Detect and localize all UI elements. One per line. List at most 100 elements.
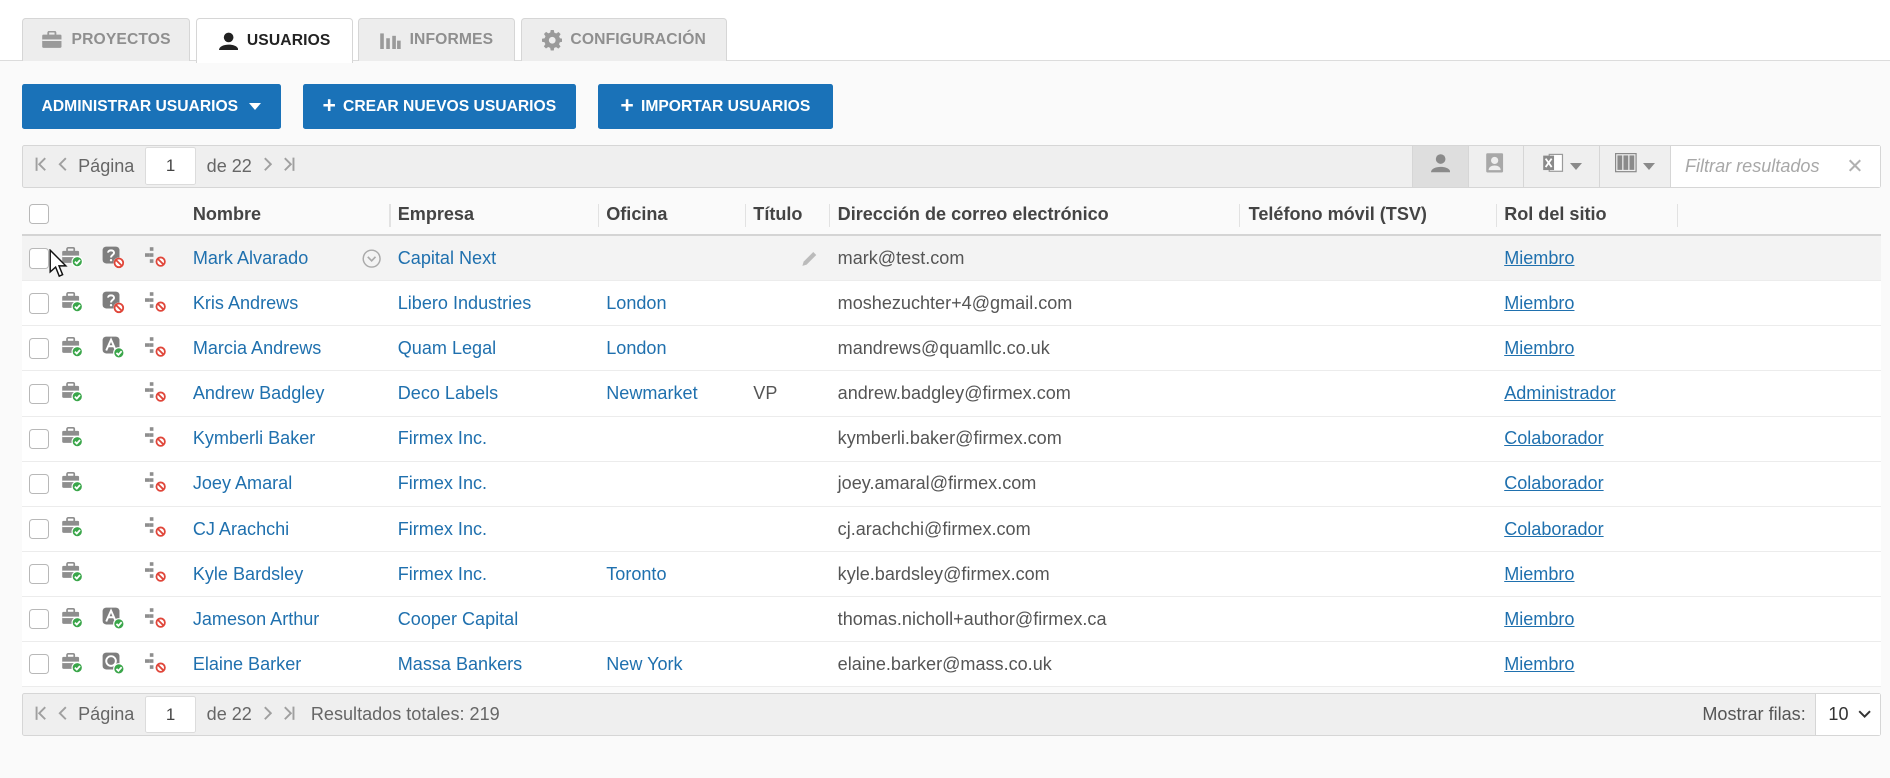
clear-filter-icon[interactable]: ✕: [1846, 154, 1863, 179]
edit-pencil-icon[interactable]: [800, 236, 819, 281]
col-title[interactable]: Título: [745, 193, 802, 236]
email-cell: mandrews@quamllc.co.uk: [837, 338, 1050, 359]
row-checkbox[interactable]: [28, 428, 50, 450]
col-email[interactable]: Dirección de correo electrónico: [829, 193, 1109, 236]
import-users-label: IMPORTAR USUARIOS: [640, 97, 811, 115]
hierarchy-blocked-icon: [144, 426, 168, 455]
tab-configuracion[interactable]: CONFIGURACIÓN: [520, 18, 727, 62]
table-row[interactable]: Kyle Bardsley Firmex Inc. Toronto kyle.bard…: [21, 551, 1882, 597]
site-role-link[interactable]: Colaborador: [1504, 417, 1603, 462]
user-name-link[interactable]: Kymberli Baker: [193, 417, 315, 462]
office-link[interactable]: Newmarket: [606, 371, 697, 416]
table-row[interactable]: Elaine Barker Massa Bankers New York elaine…: [21, 641, 1882, 688]
site-role-link[interactable]: Miembro: [1504, 597, 1574, 642]
col-company[interactable]: Empresa: [389, 193, 474, 236]
email-cell: mark@test.com: [837, 248, 965, 269]
next-page-icon[interactable]: [263, 156, 273, 177]
prev-page-icon[interactable]: [58, 704, 68, 725]
last-page-icon[interactable]: [283, 156, 295, 177]
user-name-link[interactable]: Joey Amaral: [193, 462, 292, 507]
user-name-link[interactable]: CJ Arachchi: [193, 507, 289, 552]
tab-informes[interactable]: INFORMES: [357, 18, 515, 62]
office-link[interactable]: London: [606, 281, 666, 326]
import-users-button[interactable]: + IMPORTAR USUARIOS: [597, 84, 833, 129]
table-row[interactable]: Marcia Andrews Quam Legal London mandrews@q…: [21, 326, 1882, 372]
office-link[interactable]: New York: [606, 642, 682, 687]
user-view-button[interactable]: [1412, 145, 1468, 187]
company-link[interactable]: Libero Industries: [398, 281, 532, 326]
row-checkbox[interactable]: [28, 383, 50, 404]
row-checkbox[interactable]: [28, 248, 50, 269]
user-name-link[interactable]: Elaine Barker: [193, 642, 301, 687]
table-row[interactable]: Joey Amaral Firmex Inc. joey.amaral@firmex…: [21, 461, 1882, 507]
row-checkbox[interactable]: [28, 473, 50, 495]
tab-proyectos[interactable]: PROYECTOS: [21, 18, 191, 62]
site-role-link[interactable]: Administrador: [1504, 371, 1615, 416]
company-link[interactable]: Firmex Inc.: [398, 417, 487, 462]
company-link[interactable]: Firmex Inc.: [398, 552, 487, 597]
company-link[interactable]: Capital Next: [398, 236, 496, 281]
user-name-link[interactable]: Kris Andrews: [193, 281, 298, 326]
user-name-link[interactable]: Mark Alvarado: [193, 236, 308, 281]
row-checkbox[interactable]: [28, 563, 50, 585]
page-input[interactable]: 1: [145, 695, 196, 734]
first-page-icon[interactable]: [35, 156, 47, 177]
company-link[interactable]: Cooper Capital: [398, 597, 518, 642]
row-checkbox[interactable]: [28, 653, 50, 675]
row-checkbox[interactable]: [28, 608, 50, 630]
user-name-link[interactable]: Marcia Andrews: [193, 326, 322, 371]
page-input[interactable]: 1: [145, 147, 196, 185]
tab-usuarios[interactable]: USUARIOS: [196, 18, 354, 63]
site-role-link[interactable]: Miembro: [1504, 281, 1574, 326]
filter-input[interactable]: Filtrar resultados ✕: [1669, 145, 1881, 187]
office-link[interactable]: Toronto: [606, 552, 666, 597]
first-page-icon[interactable]: [35, 704, 47, 725]
rows-per-page-value: 10: [1828, 704, 1849, 725]
email-cell: kymberli.baker@firmex.com: [837, 428, 1062, 449]
row-checkbox[interactable]: [28, 293, 50, 314]
site-role-link[interactable]: Miembro: [1504, 326, 1574, 371]
columns-button[interactable]: [1599, 145, 1669, 187]
page-of-label: de 22: [206, 155, 252, 176]
site-role-link[interactable]: Miembro: [1504, 552, 1574, 597]
table-row[interactable]: Kymberli Baker Firmex Inc. kymberli.baker@…: [21, 416, 1882, 462]
table-row[interactable]: Andrew Badgley Deco Labels Newmarket VP andr…: [21, 371, 1882, 417]
select-all-checkbox[interactable]: [28, 203, 50, 225]
manage-users-button[interactable]: ADMINISTRAR USUARIOS: [21, 84, 281, 129]
site-role-link[interactable]: Miembro: [1504, 642, 1574, 687]
company-link[interactable]: Firmex Inc.: [398, 462, 487, 507]
user-name-link[interactable]: Andrew Badgley: [193, 371, 325, 416]
row-checkbox[interactable]: [28, 518, 50, 540]
site-role-link[interactable]: Miembro: [1504, 236, 1574, 281]
site-role-link[interactable]: Colaborador: [1504, 462, 1603, 507]
company-link[interactable]: Firmex Inc.: [398, 507, 487, 552]
col-phone[interactable]: Teléfono móvil (TSV): [1240, 193, 1427, 236]
col-office[interactable]: Oficina: [598, 193, 667, 236]
user-name-link[interactable]: Kyle Bardsley: [193, 552, 303, 597]
table-row[interactable]: Mark Alvarado Capital Next mark@test.com Mi…: [21, 236, 1882, 282]
create-users-button[interactable]: + CREAR NUEVOS USUARIOS: [302, 84, 577, 129]
col-role[interactable]: Rol del sitio: [1496, 193, 1606, 236]
export-excel-button[interactable]: [1523, 145, 1599, 187]
user-name-link[interactable]: Jameson Arthur: [193, 597, 320, 642]
prev-page-icon[interactable]: [58, 156, 68, 177]
last-page-icon[interactable]: [283, 704, 295, 725]
project-access-icon: [61, 471, 84, 499]
site-role-link[interactable]: Colaborador: [1504, 507, 1603, 552]
user-icon: [1430, 153, 1451, 178]
rows-per-page-select[interactable]: 10: [1815, 694, 1881, 736]
office-link[interactable]: London: [606, 326, 666, 371]
company-link[interactable]: Deco Labels: [398, 371, 498, 416]
company-link[interactable]: Quam Legal: [398, 326, 496, 371]
hierarchy-blocked-icon: [144, 516, 168, 545]
group-view-button[interactable]: [1467, 145, 1523, 187]
table-row[interactable]: CJ Arachchi Firmex Inc. cj.arachchi@firmex…: [21, 506, 1882, 552]
row-checkbox[interactable]: [28, 338, 50, 359]
row-menu-dropdown-icon[interactable]: [362, 236, 381, 281]
title-cell: VP: [753, 383, 778, 404]
col-name[interactable]: Nombre: [184, 193, 261, 236]
table-row[interactable]: Jameson Arthur Cooper Capital thomas.nicho…: [21, 596, 1882, 642]
table-row[interactable]: Kris Andrews Libero Industries London moshe…: [21, 281, 1882, 327]
company-link[interactable]: Massa Bankers: [398, 642, 522, 687]
next-page-icon[interactable]: [263, 704, 273, 725]
